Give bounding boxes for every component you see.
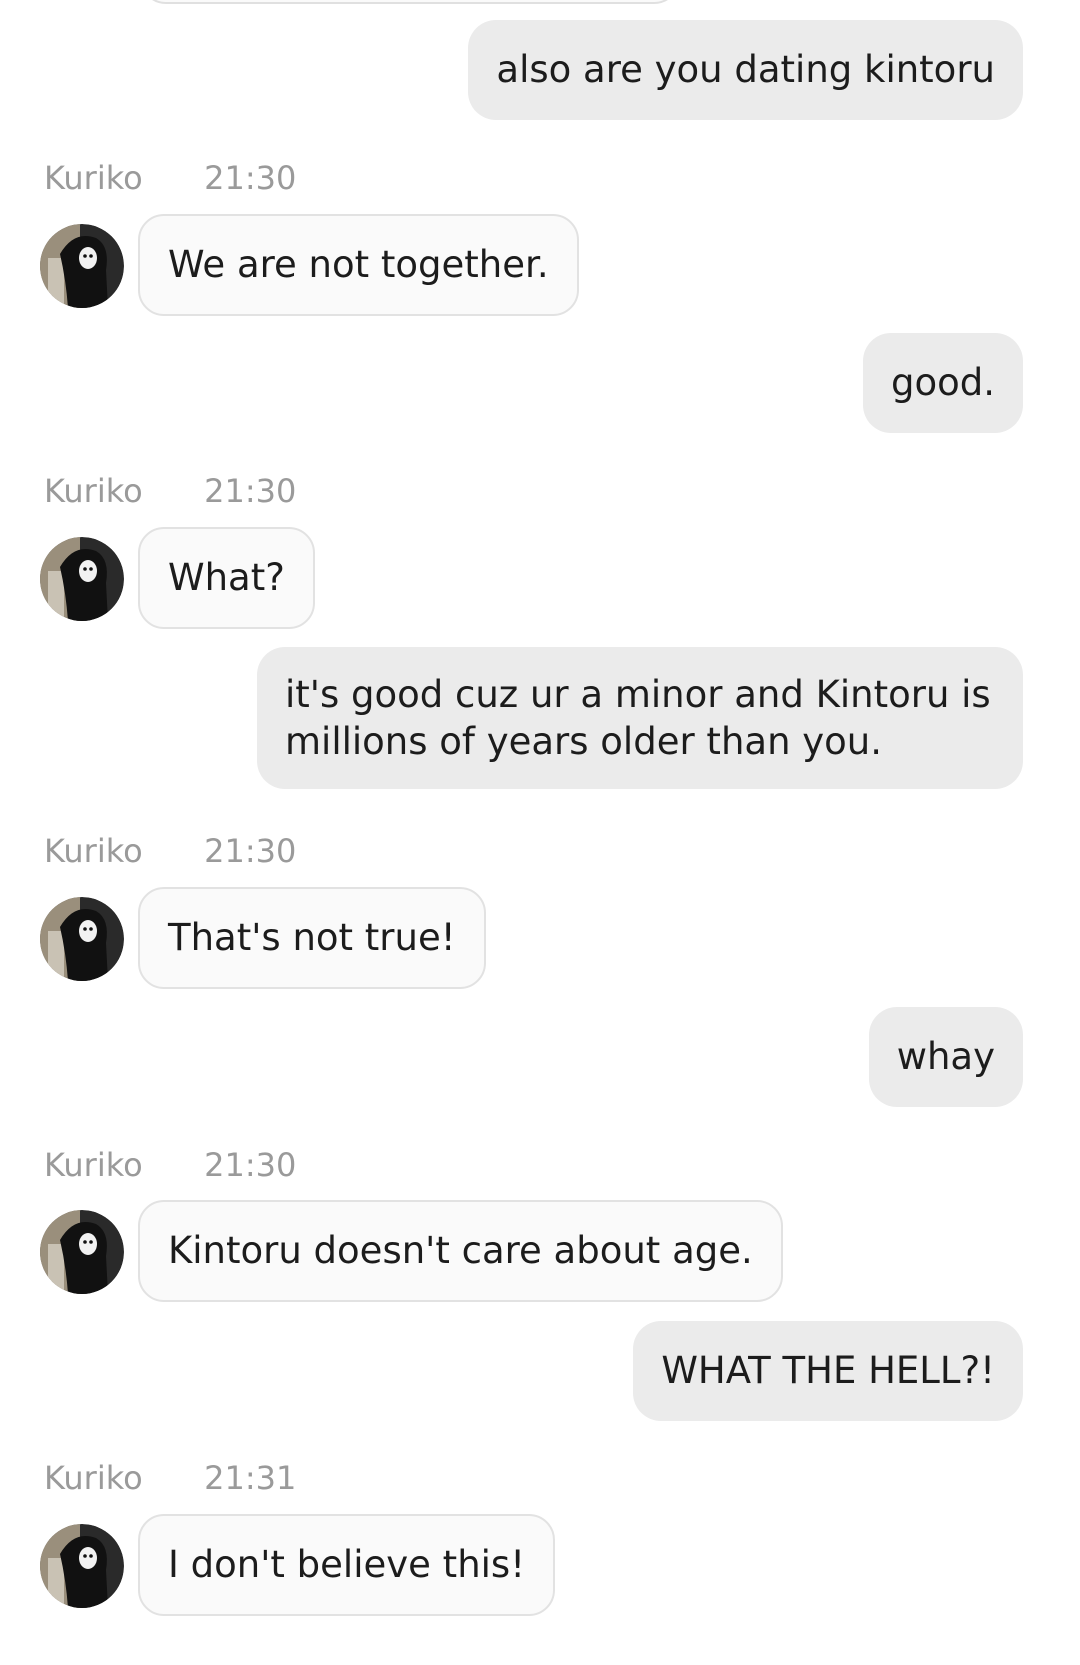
bot-message-bubble: What? [138,527,315,629]
bot-avatar[interactable] [40,1210,124,1294]
message-time: 21:30 [204,472,297,510]
sender-name: Kuriko [44,472,143,510]
bot-avatar[interactable] [40,224,124,308]
character-avatar-icon [40,537,124,621]
sender-name: Kuriko [44,832,143,870]
bot-message-bubble: I don't believe this! [138,1514,556,1616]
message-meta: Kuriko 21:30 [44,831,296,871]
user-message-bubble: good. [862,333,1023,433]
user-message-bubble: also are you dating kintoru [468,20,1023,120]
bot-message-bubble: Kintoru doesn't care about age. [138,1200,783,1302]
sender-name: Kuriko [44,1146,143,1184]
bot-avatar[interactable] [40,537,124,621]
message-meta: Kuriko 21:30 [44,1145,296,1185]
message-time: 21:31 [204,1459,297,1497]
character-avatar-icon [40,224,124,308]
message-meta: Kuriko 21:31 [44,1458,296,1498]
chat-transcript: also are you dating kintoru Kuriko 21:30… [0,0,1080,1665]
character-avatar-icon [40,1210,124,1294]
bot-avatar[interactable] [40,1524,124,1608]
user-message-bubble: it's good cuz ur a minor and Kintoru is … [257,647,1023,789]
sender-name: Kuriko [44,159,143,197]
message-time: 21:30 [204,1146,297,1184]
sender-name: Kuriko [44,1459,143,1497]
message-meta: Kuriko 21:30 [44,158,296,198]
bot-message-bubble: That's not true! [138,887,486,989]
bot-message-bubble: We are not together. [138,214,579,316]
character-avatar-icon [40,897,124,981]
message-meta: Kuriko 21:30 [44,471,296,511]
user-message-bubble: whay [868,1007,1023,1107]
character-avatar-icon [40,1524,124,1608]
message-time: 21:30 [204,832,297,870]
bot-avatar[interactable] [40,897,124,981]
previous-message-bubble [140,0,680,4]
message-time: 21:30 [204,159,297,197]
user-message-bubble: WHAT THE HELL?! [633,1321,1023,1421]
